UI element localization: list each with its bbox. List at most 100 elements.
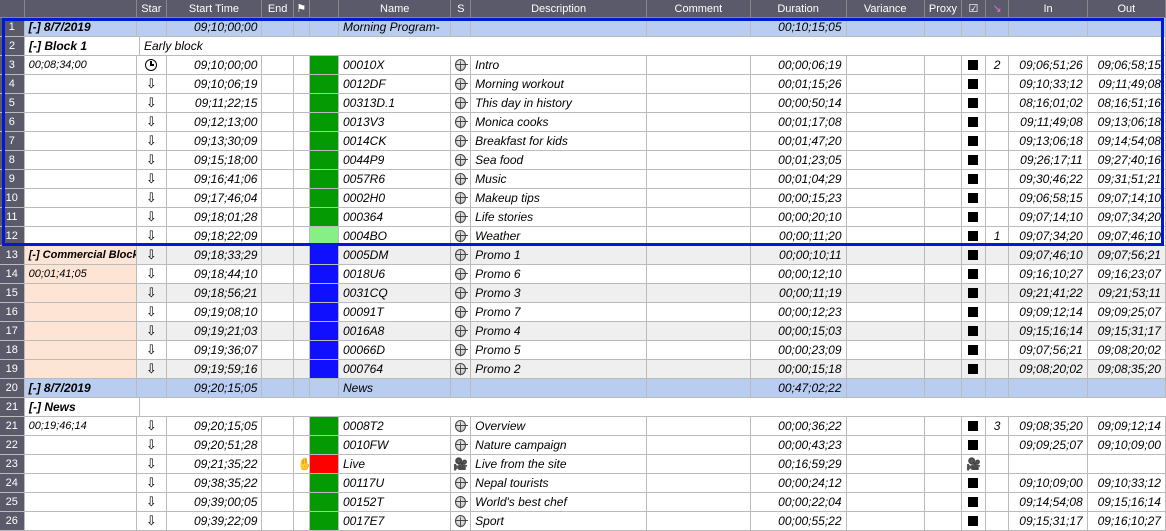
col-header[interactable]: ↘ bbox=[986, 0, 1010, 18]
comment[interactable] bbox=[647, 75, 751, 93]
comment[interactable] bbox=[647, 455, 751, 473]
start-mode[interactable]: ⇩ bbox=[137, 436, 167, 454]
out-point[interactable]: 09;07;46;10 bbox=[1088, 227, 1166, 245]
col-header[interactable]: Out bbox=[1088, 0, 1166, 18]
block-toggle[interactable]: [-] News bbox=[25, 398, 140, 416]
col-header[interactable]: Variance bbox=[847, 0, 925, 18]
start-time[interactable]: 09;18;56;21 bbox=[167, 284, 263, 302]
in-point[interactable]: 09;15;16;14 bbox=[1009, 322, 1087, 340]
playlist-item-row[interactable]: 11⇩09;18;01;28000364Life stories00;00;20… bbox=[0, 208, 1166, 227]
description[interactable]: Music bbox=[471, 170, 647, 188]
check-cell[interactable] bbox=[962, 75, 986, 93]
description[interactable]: Life stories bbox=[471, 208, 647, 226]
clip-name[interactable]: 0008T2 bbox=[339, 417, 451, 435]
comment[interactable] bbox=[647, 113, 751, 131]
clip-name[interactable]: 0004BO bbox=[339, 227, 451, 245]
playlist-item-row[interactable]: 22⇩09;20;51;280010FWNature campaign00;00… bbox=[0, 436, 1166, 455]
check-cell[interactable] bbox=[962, 436, 986, 454]
check-cell[interactable] bbox=[962, 151, 986, 169]
start-time[interactable]: 09;19;59;16 bbox=[167, 360, 263, 378]
out-point[interactable]: 09;13;06;18 bbox=[1088, 113, 1166, 131]
start-mode[interactable]: ⇩ bbox=[137, 265, 167, 283]
playlist-item-row[interactable]: 24⇩09;38;35;2200117UNepal tourists00;00;… bbox=[0, 474, 1166, 493]
clip-name[interactable]: 0012DF bbox=[339, 75, 451, 93]
description[interactable]: Sea food bbox=[471, 151, 647, 169]
out-point[interactable]: 09;08;35;20 bbox=[1088, 360, 1166, 378]
start-mode[interactable]: ⇩ bbox=[137, 303, 167, 321]
col-header[interactable]: S bbox=[451, 0, 471, 18]
comment[interactable] bbox=[647, 493, 751, 511]
clip-name[interactable]: 00313D.1 bbox=[339, 94, 451, 112]
clip-name[interactable]: 0010FW bbox=[339, 436, 451, 454]
col-header[interactable]: Description bbox=[471, 0, 647, 18]
out-point[interactable]: 09;06;58;15 bbox=[1088, 56, 1166, 74]
check-cell[interactable] bbox=[962, 284, 986, 302]
out-point[interactable]: 09;07;56;21 bbox=[1088, 246, 1166, 264]
out-point[interactable]: 08;16;51;16 bbox=[1088, 94, 1166, 112]
playlist-item-row[interactable]: 2100;19;46;14⇩09;20;15;050008T2Overview0… bbox=[0, 417, 1166, 436]
clip-name[interactable]: 00066D bbox=[339, 341, 451, 359]
description[interactable]: Makeup tips bbox=[471, 189, 647, 207]
description[interactable]: Promo 4 bbox=[471, 322, 647, 340]
description[interactable]: Promo 5 bbox=[471, 341, 647, 359]
in-point[interactable]: 09;10;09;00 bbox=[1009, 474, 1087, 492]
start-time[interactable]: 09;10;06;19 bbox=[167, 75, 263, 93]
start-time[interactable]: 09;39;00;05 bbox=[167, 493, 263, 511]
start-time[interactable]: 09;16;41;06 bbox=[167, 170, 263, 188]
check-cell[interactable] bbox=[962, 170, 986, 188]
playlist-item-row[interactable]: 5⇩09;11;22;1500313D.1This day in history… bbox=[0, 94, 1166, 113]
comment[interactable] bbox=[647, 417, 751, 435]
description[interactable]: Live from the site bbox=[471, 455, 647, 473]
in-point[interactable]: 09;16;10;27 bbox=[1009, 265, 1087, 283]
playlist-item-row[interactable]: 15⇩09;18;56;210031CQPromo 300;00;11;1909… bbox=[0, 284, 1166, 303]
comment[interactable] bbox=[647, 56, 751, 74]
playlist-item-row[interactable]: 7⇩09;13;30;090014CKBreakfast for kids00;… bbox=[0, 132, 1166, 151]
start-time[interactable]: 09;12;13;00 bbox=[167, 113, 263, 131]
out-point[interactable]: 09;16;23;07 bbox=[1088, 265, 1166, 283]
check-cell[interactable] bbox=[962, 189, 986, 207]
in-point[interactable]: 09;21;41;22 bbox=[1009, 284, 1087, 302]
clip-name[interactable]: 00091T bbox=[339, 303, 451, 321]
clip-name[interactable]: 0018U6 bbox=[339, 265, 451, 283]
clip-name[interactable]: 00117U bbox=[339, 474, 451, 492]
start-time[interactable]: 09;13;30;09 bbox=[167, 132, 263, 150]
in-point[interactable]: 09;26;17;11 bbox=[1009, 151, 1087, 169]
clip-name[interactable]: 0005DM bbox=[339, 246, 451, 264]
clip-name[interactable]: 000764 bbox=[339, 360, 451, 378]
start-mode[interactable]: ⇩ bbox=[137, 208, 167, 226]
comment[interactable] bbox=[647, 132, 751, 150]
in-point[interactable]: 09;08;20;02 bbox=[1009, 360, 1087, 378]
start-mode[interactable]: ⇩ bbox=[137, 151, 167, 169]
out-point[interactable]: 09;10;33;12 bbox=[1088, 474, 1166, 492]
comment[interactable] bbox=[647, 474, 751, 492]
start-mode[interactable] bbox=[137, 56, 167, 74]
col-header[interactable]: Name bbox=[339, 0, 451, 18]
out-point[interactable] bbox=[1088, 455, 1166, 473]
col-header[interactable]: ⚑ bbox=[294, 0, 310, 18]
in-point[interactable]: 09;07;34;20 bbox=[1009, 227, 1087, 245]
start-time[interactable]: 09;21;35;22 bbox=[167, 455, 263, 473]
in-point[interactable]: 09;07;46;10 bbox=[1009, 246, 1087, 264]
playlist-item-row[interactable]: 19⇩09;19;59;16000764Promo 200;00;15;1809… bbox=[0, 360, 1166, 379]
check-cell[interactable] bbox=[962, 474, 986, 492]
clip-name[interactable]: 0014CK bbox=[339, 132, 451, 150]
col-header[interactable]: Proxy bbox=[925, 0, 962, 18]
playlist-item-row[interactable]: 9⇩09;16;41;060057R6Music00;01;04;2909;30… bbox=[0, 170, 1166, 189]
out-point[interactable]: 09;11;49;08 bbox=[1088, 75, 1166, 93]
start-time[interactable]: 09;38;35;22 bbox=[167, 474, 263, 492]
start-mode[interactable]: ⇩ bbox=[137, 246, 167, 264]
comment[interactable] bbox=[647, 303, 751, 321]
start-time[interactable]: 09;20;51;28 bbox=[167, 436, 263, 454]
start-mode[interactable]: ⇩ bbox=[137, 170, 167, 188]
check-cell[interactable] bbox=[962, 227, 986, 245]
playlist-item-row[interactable]: 12⇩09;18;22;090004BOWeather00;00;11;2010… bbox=[0, 227, 1166, 246]
description[interactable]: Promo 2 bbox=[471, 360, 647, 378]
clip-name[interactable]: 00010X bbox=[339, 56, 451, 74]
out-point[interactable]: 09;09;12;14 bbox=[1088, 417, 1166, 435]
in-point[interactable]: 09;07;56;21 bbox=[1009, 341, 1087, 359]
in-point[interactable]: 09;09;12;14 bbox=[1009, 303, 1087, 321]
in-point[interactable]: 09;07;14;10 bbox=[1009, 208, 1087, 226]
in-point[interactable]: 09;06;51;26 bbox=[1009, 56, 1087, 74]
clip-name[interactable]: 0016A8 bbox=[339, 322, 451, 340]
start-time[interactable]: 09;20;15;05 bbox=[167, 417, 263, 435]
